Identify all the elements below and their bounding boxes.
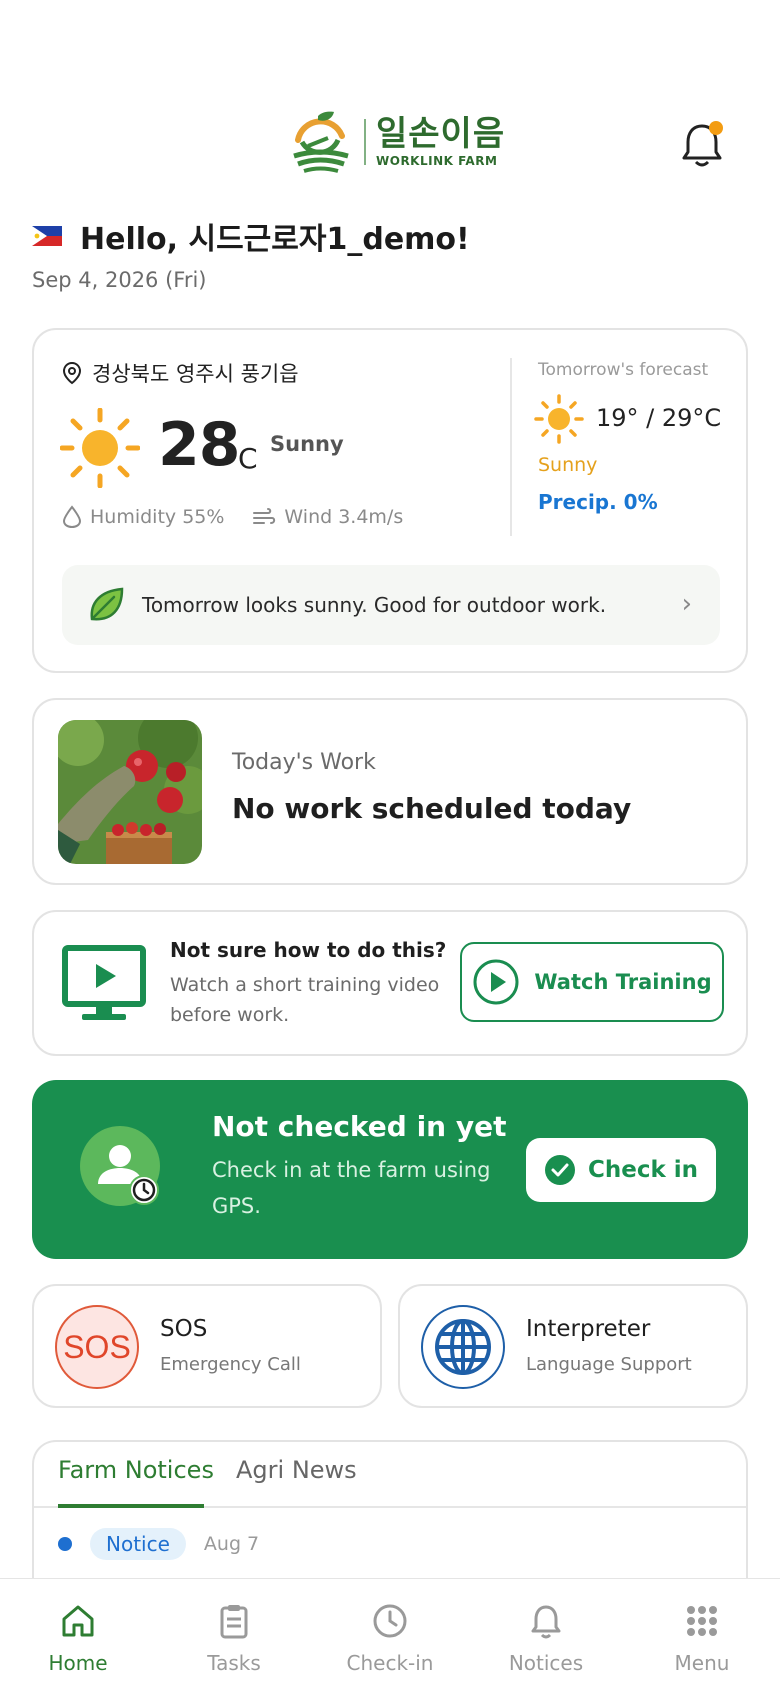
tomorrow-condition: Sunny (538, 454, 598, 476)
nav-notices[interactable]: Notices (486, 1601, 606, 1675)
chevron-right-icon: › (681, 589, 692, 619)
watch-training-button[interactable]: Watch Training (460, 942, 724, 1022)
greeting-text: Hello, 시드근로자1_demo! (80, 222, 470, 257)
user-clock-icon (80, 1126, 160, 1206)
training-title: Not sure how to do this? (170, 938, 447, 962)
weather-card[interactable]: 경상북도 영주시 풍기읍 28 °C Sunny Humidity 55% Wi… (32, 328, 748, 673)
notice-list-item[interactable]: Notice Aug 7 (58, 1528, 259, 1560)
sos-button[interactable]: SOS SOS Emergency Call (32, 1284, 382, 1408)
notification-dot (709, 121, 723, 135)
play-circle-icon (473, 959, 519, 1005)
checkin-status-title: Not checked in yet (212, 1110, 507, 1143)
logo-english-text: WORKLINK FARM (376, 154, 498, 168)
nav-home-label: Home (48, 1651, 108, 1675)
svg-text:SOS: SOS (63, 1329, 131, 1365)
weather-condition: Sunny (270, 432, 344, 456)
location-text: 경상북도 영주시 풍기읍 (92, 362, 299, 386)
tomorrow-label: Tomorrow's forecast (538, 360, 709, 380)
weather-location: 경상북도 영주시 풍기읍 (62, 358, 299, 388)
leaf-icon (90, 587, 124, 621)
location-pin-icon (62, 361, 82, 385)
humidity-stat: Humidity 55% (62, 505, 224, 529)
apple-harvest-image (58, 720, 202, 864)
weather-divider (510, 358, 512, 536)
weather-tip[interactable]: Tomorrow looks sunny. Good for outdoor w… (62, 565, 720, 645)
todays-work-card[interactable]: Today's Work No work scheduled today (32, 698, 748, 885)
tab-farm-notices[interactable]: Farm Notices (58, 1456, 214, 1484)
bottom-navigation: Home Tasks Check-in Notices Menu (0, 1578, 780, 1688)
watch-training-label: Watch Training (534, 970, 712, 994)
tab-agri-news[interactable]: Agri News (236, 1456, 357, 1484)
training-card: Not sure how to do this? Watch a short t… (32, 910, 748, 1056)
weather-tip-text: Tomorrow looks sunny. Good for outdoor w… (142, 593, 607, 617)
logo-divider (364, 119, 366, 165)
nav-tasks-label: Tasks (207, 1651, 261, 1675)
training-description: Watch a short training video before work… (170, 974, 440, 1026)
tomorrow-precipitation: Precip. 0% (538, 490, 658, 514)
tomorrow-sun-icon (534, 394, 584, 444)
unread-dot (58, 1537, 72, 1551)
wind-icon (253, 508, 276, 524)
sos-subtitle: Emergency Call (160, 1354, 301, 1375)
nav-home[interactable]: Home (18, 1601, 138, 1675)
humidity-text: Humidity 55% (90, 506, 225, 528)
todays-work-label: Today's Work (232, 750, 376, 775)
check-in-button[interactable]: Check in (526, 1138, 716, 1202)
logo-korean-text: 일손이음 (376, 114, 506, 154)
grid-menu-icon (687, 1606, 717, 1636)
interpreter-button[interactable]: Interpreter Language Support (398, 1284, 748, 1408)
humidity-drop-icon (62, 505, 82, 529)
notice-date: Aug 7 (203, 1533, 260, 1555)
nav-check-in[interactable]: Check-in (330, 1601, 450, 1675)
todays-work-status: No work scheduled today (232, 792, 632, 825)
interpreter-subtitle: Language Support (526, 1354, 692, 1375)
temperature-unit: °C (224, 442, 258, 475)
active-tab-indicator (58, 1504, 204, 1508)
weather-stats: Humidity 55% Wind 3.4m/s (62, 505, 403, 529)
philippines-flag-icon (32, 226, 62, 246)
sos-title: SOS (160, 1316, 208, 1342)
sos-icon: SOS (55, 1305, 139, 1389)
home-icon (62, 1605, 94, 1637)
clipboard-icon (220, 1605, 248, 1639)
app-header: 일손이음 WORKLINK FARM (0, 100, 780, 190)
check-circle-icon (544, 1155, 575, 1185)
app-logo: 일손이음 WORKLINK FARM (288, 110, 505, 174)
nav-menu-label: Menu (674, 1651, 730, 1675)
sun-icon (60, 408, 140, 488)
greeting: Hello, 시드근로자1_demo! (32, 214, 470, 258)
nav-notices-label: Notices (508, 1651, 584, 1675)
notices-tabs: Farm Notices Agri News (34, 1442, 746, 1508)
monitor-play-icon (62, 945, 146, 1020)
nav-tasks[interactable]: Tasks (174, 1601, 294, 1675)
checkin-card: Not checked in yet Check in at the farm … (32, 1080, 748, 1259)
notice-badge: Notice (90, 1528, 186, 1560)
clock-icon (373, 1604, 407, 1638)
wind-text: Wind 3.4m/s (284, 506, 404, 528)
nav-check-in-label: Check-in (346, 1651, 434, 1675)
interpreter-title: Interpreter (526, 1316, 651, 1342)
globe-icon (421, 1305, 505, 1389)
check-in-label: Check in (587, 1157, 699, 1183)
nav-menu[interactable]: Menu (642, 1601, 762, 1675)
notification-bell-icon[interactable] (680, 120, 724, 168)
current-date: Sep 4, 2026 (Fri) (32, 268, 207, 292)
wind-stat: Wind 3.4m/s (252, 506, 403, 528)
checkin-description: Check in at the farm using GPS. (212, 1158, 491, 1218)
tomorrow-temperature: 19° / 29°C (596, 404, 722, 432)
logo-icon (293, 111, 349, 173)
bell-icon (531, 1605, 561, 1639)
